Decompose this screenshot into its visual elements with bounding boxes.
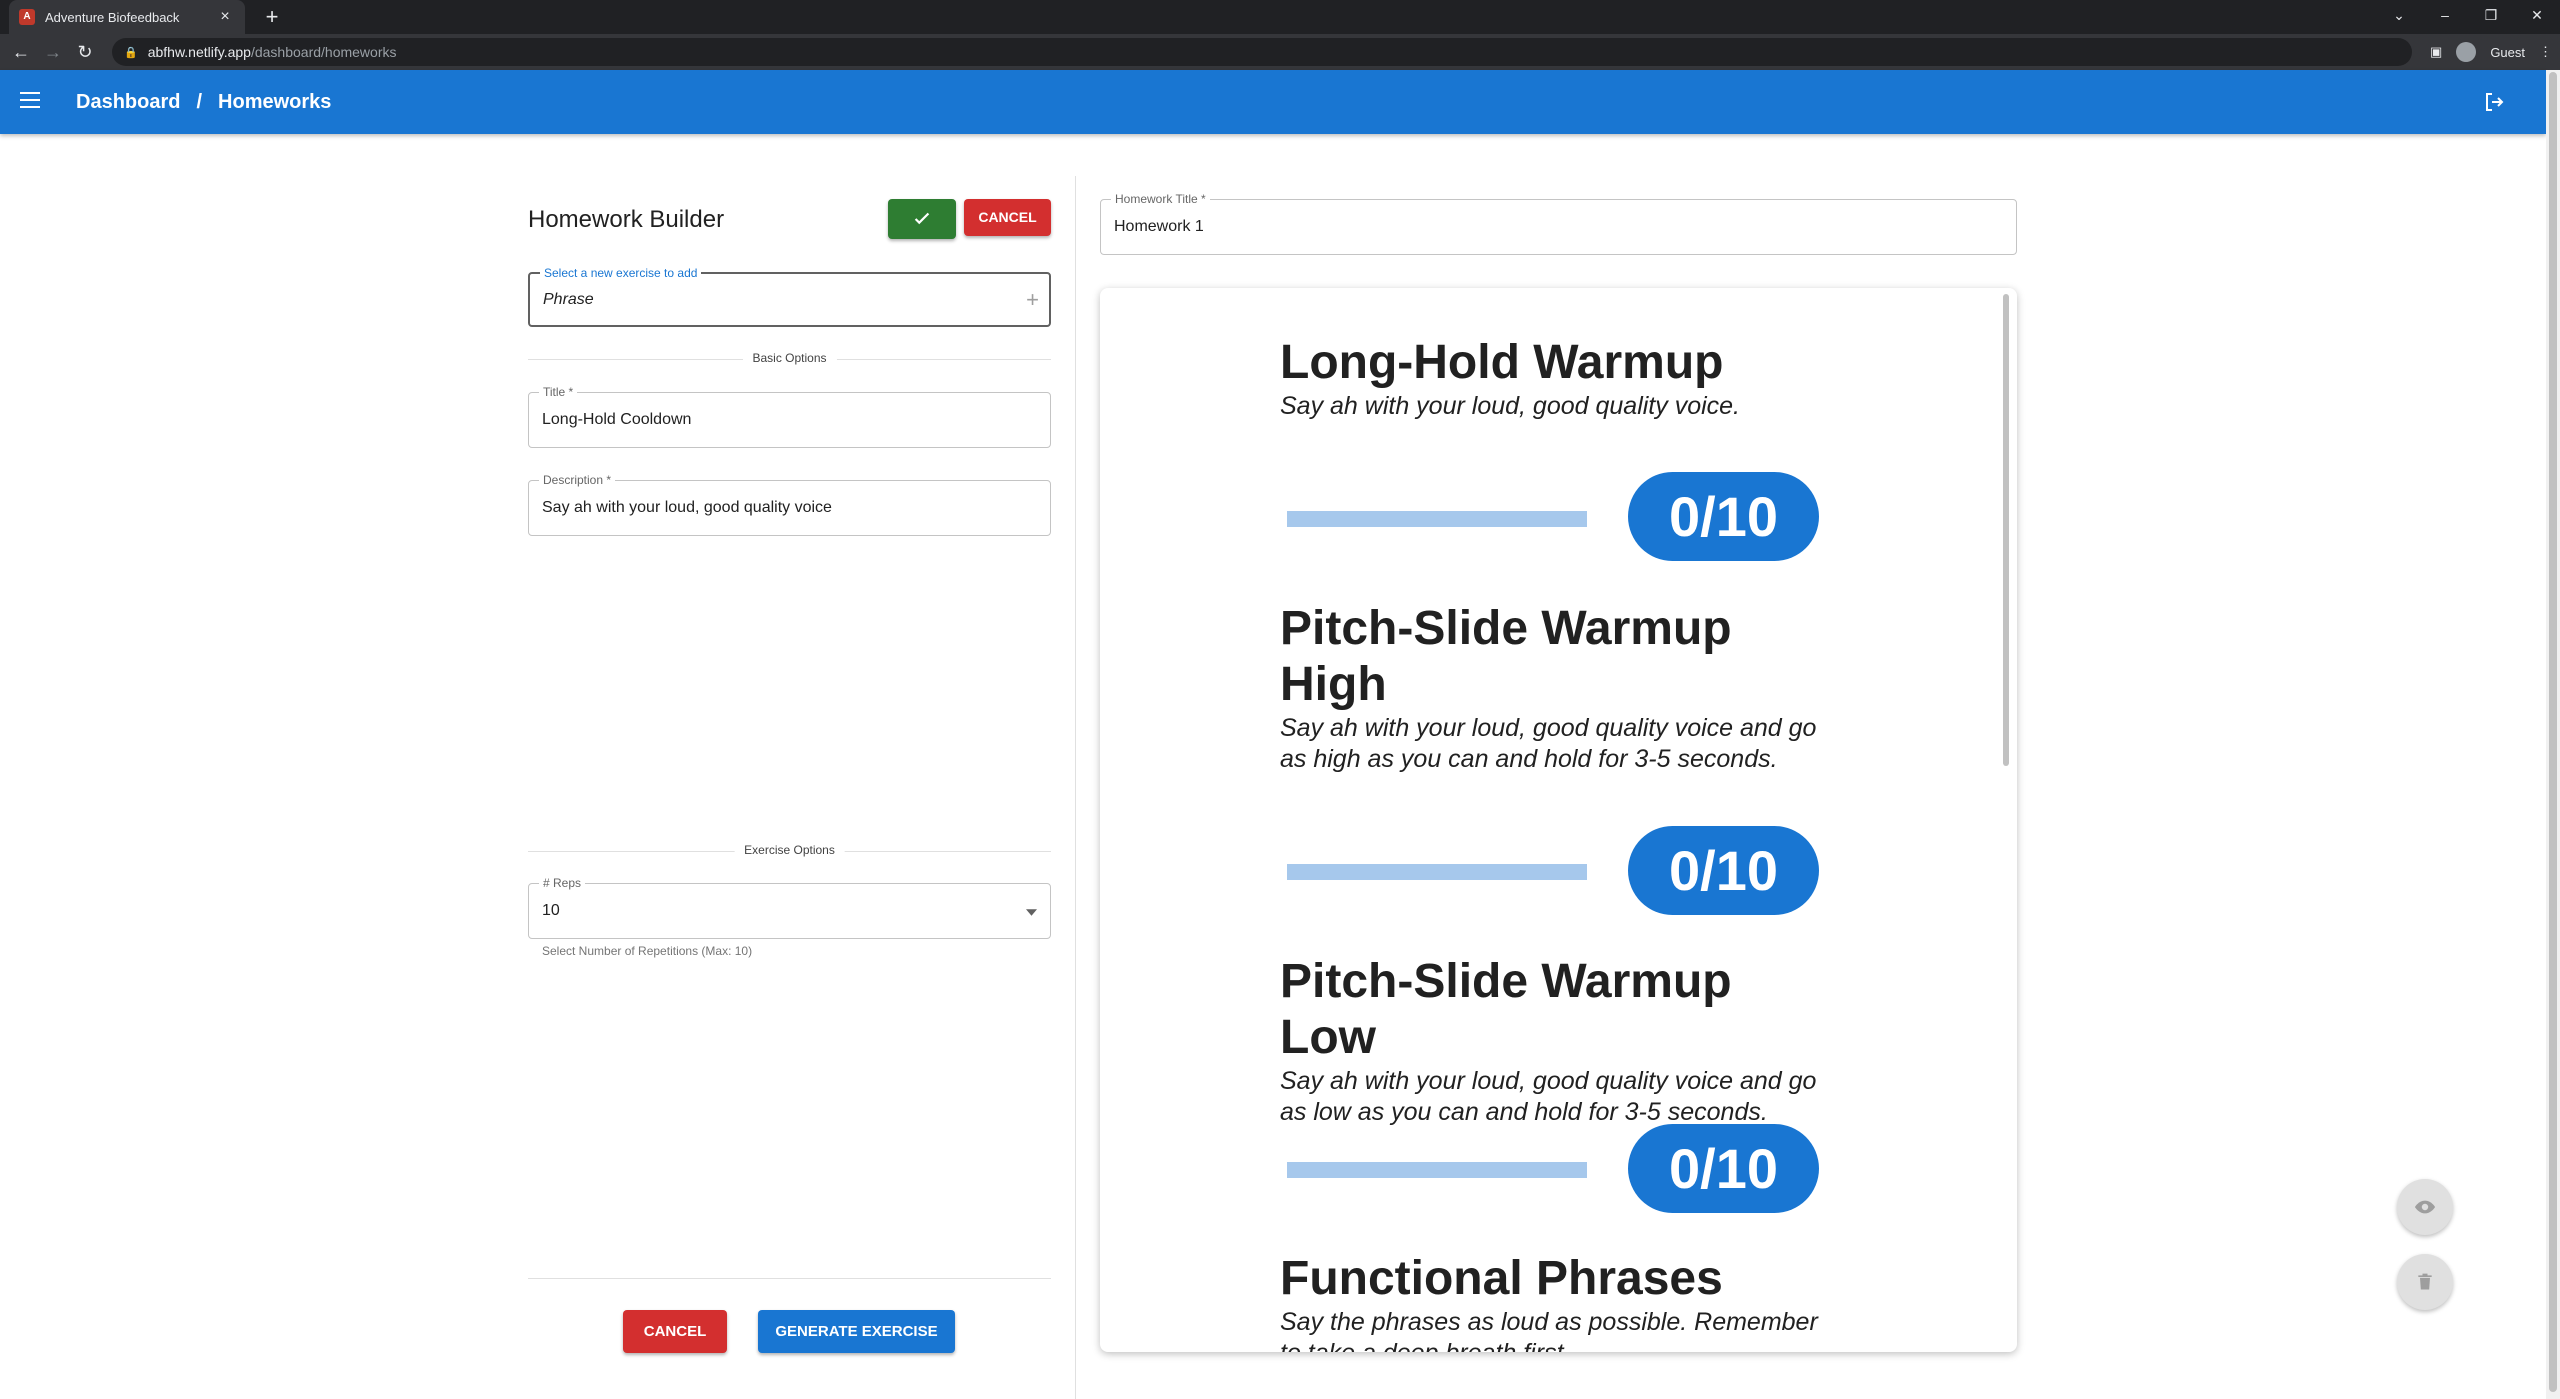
description-value: Say ah with your loud, good quality voic… bbox=[542, 499, 832, 516]
add-icon[interactable]: + bbox=[1026, 287, 1039, 313]
app-bar: Dashboard / Homeworks bbox=[0, 70, 2546, 134]
exercise-options-divider: Exercise Options bbox=[528, 841, 1051, 861]
window-controls: ⌄ – ❐ ✕ bbox=[2376, 0, 2560, 34]
progress-counter: 0/10 bbox=[1628, 1124, 1819, 1213]
progress-counter: 0/10 bbox=[1628, 472, 1819, 561]
browser-toolbar: ← → ↻ 🔒 abfhw.netlify.app/dashboard/home… bbox=[0, 34, 2560, 70]
description-field[interactable]: Description * Say ah with your loud, goo… bbox=[528, 473, 1051, 536]
address-bar[interactable]: 🔒 abfhw.netlify.app/dashboard/homeworks bbox=[112, 38, 2412, 66]
builder-title: Homework Builder bbox=[528, 206, 725, 233]
reps-label: # Reps bbox=[539, 876, 586, 890]
homework-preview[interactable]: Long-Hold Warmup Say ah with your loud, … bbox=[1100, 288, 2017, 1352]
restore-icon[interactable]: ❐ bbox=[2468, 0, 2514, 30]
new-tab-icon[interactable]: + bbox=[259, 4, 285, 30]
site-favicon-icon: A bbox=[19, 9, 35, 25]
confirm-button[interactable] bbox=[888, 199, 956, 239]
homework-title-field[interactable]: Homework Title * Homework 1 bbox=[1100, 192, 2017, 255]
exercise-title: Pitch-Slide Warmup High bbox=[1280, 602, 1732, 711]
browser-menu-icon[interactable]: ⋮ bbox=[2539, 44, 2552, 60]
reps-select[interactable]: # Reps 10 bbox=[528, 876, 1051, 939]
footer-divider bbox=[528, 1278, 1051, 1279]
forward-icon[interactable]: → bbox=[40, 39, 66, 65]
minimize-icon[interactable]: – bbox=[2422, 0, 2468, 30]
exercise-description: Say ah with your loud, good quality voic… bbox=[1280, 1067, 1817, 1126]
title-label: Title * bbox=[539, 385, 578, 399]
homework-title-value: Homework 1 bbox=[1114, 218, 1204, 235]
reps-helper-text: Select Number of Repetitions (Max: 10) bbox=[542, 944, 753, 958]
progress-bar bbox=[1287, 1162, 1587, 1178]
exercise-card: Long-Hold Warmup Say ah with your loud, … bbox=[1280, 335, 1820, 422]
homework-title-label: Homework Title * bbox=[1111, 192, 1210, 206]
back-icon[interactable]: ← bbox=[8, 39, 34, 65]
exercise-select-value: Phrase bbox=[543, 291, 594, 308]
profile-avatar-icon[interactable] bbox=[2456, 42, 2477, 62]
basic-options-label: Basic Options bbox=[742, 351, 837, 365]
logout-icon[interactable] bbox=[2482, 90, 2506, 114]
profile-label[interactable]: Guest bbox=[2490, 45, 2525, 60]
description-label: Description * bbox=[539, 473, 616, 487]
toolbar-right: ▣ Guest ⋮ bbox=[2430, 38, 2552, 66]
dropdown-arrow-icon bbox=[1026, 909, 1037, 916]
exercise-card: Functional Phrases Say the phrases as lo… bbox=[1280, 1251, 1820, 1352]
exercise-select[interactable]: Select a new exercise to add Phrase + bbox=[528, 266, 1051, 327]
breadcrumb-separator: / bbox=[196, 90, 203, 113]
exercise-card: Pitch-Slide Warmup Low Say ah with your … bbox=[1280, 954, 1820, 1128]
reps-value: 10 bbox=[542, 902, 560, 919]
title-field[interactable]: Title * Long-Hold Cooldown bbox=[528, 385, 1051, 448]
browser-tabbar: A Adventure Biofeedback × + ⌄ – ❐ ✕ bbox=[0, 0, 2560, 34]
close-window-icon[interactable]: ✕ bbox=[2514, 0, 2560, 30]
url-host: abfhw.netlify.app bbox=[147, 44, 251, 60]
tab-search-icon[interactable]: ⌄ bbox=[2376, 0, 2422, 30]
tab-close-icon[interactable]: × bbox=[215, 8, 235, 26]
title-value: Long-Hold Cooldown bbox=[542, 411, 692, 428]
generate-exercise-button[interactable]: GENERATE EXERCISE bbox=[758, 1310, 955, 1353]
exercise-select-label: Select a new exercise to add bbox=[540, 266, 702, 280]
exercise-description: Say ah with your loud, good quality voic… bbox=[1280, 714, 1817, 773]
breadcrumb: Dashboard / Homeworks bbox=[76, 70, 331, 134]
eye-icon bbox=[2414, 1200, 2436, 1214]
side-panel-icon[interactable]: ▣ bbox=[2430, 44, 2442, 60]
breadcrumb-dashboard[interactable]: Dashboard bbox=[76, 91, 180, 114]
exercise-description: Say ah with your loud, good quality voic… bbox=[1280, 392, 1740, 420]
exercise-description: Say the phrases as loud as possible. Rem… bbox=[1280, 1308, 1818, 1352]
page-scrollbar[interactable] bbox=[2546, 70, 2560, 1399]
tab-title: Adventure Biofeedback bbox=[45, 9, 180, 25]
delete-button[interactable] bbox=[2397, 1254, 2453, 1310]
exercise-options-label: Exercise Options bbox=[734, 843, 845, 857]
check-icon bbox=[914, 212, 930, 225]
page-scrollbar-thumb[interactable] bbox=[2549, 72, 2557, 1392]
preview-button[interactable] bbox=[2397, 1179, 2453, 1235]
preview-scrollbar[interactable] bbox=[2003, 294, 2009, 1344]
exercise-title: Functional Phrases bbox=[1280, 1252, 1723, 1305]
hamburger-menu-icon[interactable] bbox=[20, 92, 40, 108]
progress-counter: 0/10 bbox=[1628, 826, 1819, 915]
progress-bar bbox=[1287, 864, 1587, 880]
browser-tab[interactable]: A Adventure Biofeedback × bbox=[9, 0, 245, 34]
preview-scrollbar-thumb[interactable] bbox=[2003, 294, 2009, 766]
cancel-bottom-button[interactable]: CANCEL bbox=[623, 1310, 727, 1353]
exercise-card: Pitch-Slide Warmup High Say ah with your… bbox=[1280, 601, 1820, 775]
panel-divider bbox=[1075, 176, 1076, 1399]
lock-icon: 🔒 bbox=[124, 46, 138, 59]
reload-icon[interactable]: ↻ bbox=[72, 39, 98, 65]
exercise-title: Pitch-Slide Warmup Low bbox=[1280, 955, 1732, 1064]
url-path: /dashboard/homeworks bbox=[250, 44, 397, 60]
trash-icon bbox=[2418, 1273, 2432, 1290]
basic-options-divider: Basic Options bbox=[528, 349, 1051, 369]
cancel-top-button[interactable]: CANCEL bbox=[964, 199, 1051, 236]
breadcrumb-homeworks[interactable]: Homeworks bbox=[218, 91, 331, 114]
exercise-title: Long-Hold Warmup bbox=[1280, 336, 1724, 389]
progress-bar bbox=[1287, 511, 1587, 527]
